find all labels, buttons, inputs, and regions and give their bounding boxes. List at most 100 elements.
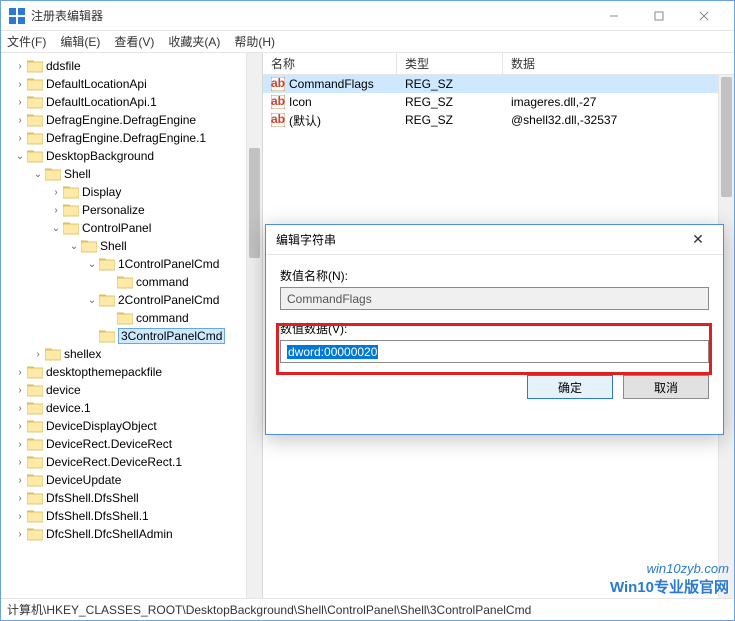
tree-item-label: DefaultLocationApi — [46, 77, 147, 91]
tree-item-label: device.1 — [46, 401, 91, 415]
menu-help[interactable]: 帮助(H) — [234, 33, 275, 50]
chevron-down-icon[interactable]: ⌄ — [67, 241, 81, 252]
tree-item[interactable]: › device — [3, 381, 262, 399]
tree-item[interactable]: ·command — [3, 273, 262, 291]
chevron-right-icon[interactable]: › — [13, 61, 27, 72]
chevron-right-icon[interactable]: › — [13, 115, 27, 126]
tree-item-label: shellex — [64, 347, 101, 361]
tree-item[interactable]: › Personalize — [3, 201, 262, 219]
chevron-right-icon[interactable]: › — [13, 457, 27, 468]
tree-item-label: DefragEngine.DefragEngine — [46, 113, 196, 127]
maximize-button[interactable] — [636, 2, 681, 30]
close-button[interactable] — [681, 2, 726, 30]
cancel-button[interactable]: 取消 — [623, 375, 709, 399]
tree-item[interactable]: › desktopthemepackfile — [3, 363, 262, 381]
tree-item-label: DeviceUpdate — [46, 473, 121, 487]
tree-item[interactable]: › DefaultLocationApi — [3, 75, 262, 93]
tree-item[interactable]: ⌄ Shell — [3, 237, 262, 255]
chevron-right-icon[interactable]: › — [13, 439, 27, 450]
chevron-right-icon[interactable]: › — [13, 511, 27, 522]
chevron-right-icon[interactable]: › — [13, 475, 27, 486]
tree-item[interactable]: › DeviceUpdate — [3, 471, 262, 489]
cell-data: imageres.dll,-27 — [511, 95, 596, 109]
chevron-right-icon[interactable]: › — [49, 187, 63, 198]
cell-name: CommandFlags — [289, 77, 374, 91]
tree-item[interactable]: ›DeviceDisplayObject — [3, 417, 262, 435]
chevron-right-icon[interactable]: › — [13, 403, 27, 414]
tree-item[interactable]: ›DefaultLocationApi.1 — [3, 93, 262, 111]
tree-item[interactable]: › DfsShell.DfsShell — [3, 489, 262, 507]
chevron-down-icon[interactable]: ⌄ — [85, 295, 99, 306]
menu-file[interactable]: 文件(F) — [7, 33, 46, 50]
chevron-right-icon[interactable]: › — [13, 421, 27, 432]
chevron-right-icon[interactable]: › — [13, 79, 27, 90]
tree-item[interactable]: ⌄Shell — [3, 165, 262, 183]
tree-item-label: desktopthemepackfile — [46, 365, 162, 379]
tree-item-label: DfsShell.DfsShell — [46, 491, 139, 505]
tree-item-label: device — [46, 383, 81, 397]
col-header-name[interactable]: 名称 — [263, 53, 397, 74]
value-data-field[interactable]: dword:00000020 — [280, 340, 709, 363]
tree-item-label: Personalize — [82, 203, 145, 217]
tree-item[interactable]: ·3ControlPanelCmd — [3, 327, 262, 345]
menu-edit[interactable]: 编辑(E) — [60, 33, 100, 50]
menu-favorites[interactable]: 收藏夹(A) — [168, 33, 220, 50]
tree-item[interactable]: ›DeviceRect.DeviceRect — [3, 435, 262, 453]
menu-view[interactable]: 查看(V) — [114, 33, 154, 50]
tree-item[interactable]: › DefragEngine.DefragEngine — [3, 111, 262, 129]
chevron-right-icon[interactable]: › — [13, 493, 27, 504]
minimize-button[interactable] — [591, 2, 636, 30]
value-data-label: 数值数据(V): — [280, 320, 709, 337]
value-name-label: 数值名称(N): — [280, 267, 709, 284]
chevron-right-icon[interactable]: › — [13, 367, 27, 378]
cell-type: REG_SZ — [405, 95, 453, 109]
dialog-close-button[interactable]: ✕ — [683, 231, 713, 248]
chevron-down-icon[interactable]: ⌄ — [49, 223, 63, 234]
chevron-down-icon[interactable]: ⌄ — [13, 151, 27, 162]
tree-item[interactable]: ·command — [3, 309, 262, 327]
cell-data: @shell32.dll,-32537 — [511, 113, 617, 127]
col-header-type[interactable]: 类型 — [397, 53, 503, 74]
chevron-right-icon[interactable]: › — [49, 205, 63, 216]
tree-item[interactable]: ⌄DesktopBackground — [3, 147, 262, 165]
tree-item-label: 2ControlPanelCmd — [118, 293, 219, 307]
svg-text:ab: ab — [271, 95, 285, 108]
chevron-right-icon[interactable]: › — [31, 349, 45, 360]
chevron-right-icon[interactable]: › — [13, 529, 27, 540]
value-data-text[interactable]: dword:00000020 — [287, 345, 378, 359]
tree-item[interactable]: › DefragEngine.DefragEngine.1 — [3, 129, 262, 147]
tree-item[interactable]: ›DeviceRect.DeviceRect.1 — [3, 453, 262, 471]
value-name-text: CommandFlags — [287, 292, 372, 306]
tree-item[interactable]: › Display — [3, 183, 262, 201]
app-icon — [9, 8, 25, 24]
tree-item-label: DefragEngine.DefragEngine.1 — [46, 131, 206, 145]
tree-item[interactable]: ›ddsfile — [3, 57, 262, 75]
tree-item-label: Display — [82, 185, 121, 199]
chevron-right-icon[interactable]: › — [13, 385, 27, 396]
tree-item[interactable]: ⌄1ControlPanelCmd — [3, 255, 262, 273]
tree-item-label: ControlPanel — [82, 221, 151, 235]
col-header-data[interactable]: 数据 — [503, 53, 734, 74]
tree-item[interactable]: ›DfsShell.DfsShell.1 — [3, 507, 262, 525]
ok-button[interactable]: 确定 — [527, 375, 613, 399]
titlebar: 注册表编辑器 — [1, 1, 734, 31]
tree-item[interactable]: ›DfcShell.DfcShellAdmin — [3, 525, 262, 543]
tree-pane[interactable]: ›ddsfile›DefaultLocationApi›DefaultLocat… — [1, 53, 263, 598]
window-title: 注册表编辑器 — [31, 7, 591, 24]
chevron-down-icon[interactable]: ⌄ — [85, 259, 99, 270]
list-row[interactable]: ab(默认)REG_SZ@shell32.dll,-32537 — [263, 111, 734, 129]
list-header: 名称 类型 数据 — [263, 53, 734, 75]
tree-item[interactable]: › shellex — [3, 345, 262, 363]
tree-item-label: Shell — [100, 239, 127, 253]
chevron-down-icon[interactable]: ⌄ — [31, 169, 45, 180]
tree-item[interactable]: › device.1 — [3, 399, 262, 417]
tree-item[interactable]: ⌄ 2ControlPanelCmd — [3, 291, 262, 309]
svg-text:ab: ab — [271, 113, 285, 126]
list-row[interactable]: abIconREG_SZimageres.dll,-27 — [263, 93, 734, 111]
list-row[interactable]: abCommandFlagsREG_SZ — [263, 75, 734, 93]
tree-scrollbar[interactable] — [246, 53, 262, 598]
tree-item[interactable]: ⌄ ControlPanel — [3, 219, 262, 237]
chevron-right-icon[interactable]: › — [13, 133, 27, 144]
chevron-right-icon[interactable]: › — [13, 97, 27, 108]
menubar: 文件(F) 编辑(E) 查看(V) 收藏夹(A) 帮助(H) — [1, 31, 734, 53]
